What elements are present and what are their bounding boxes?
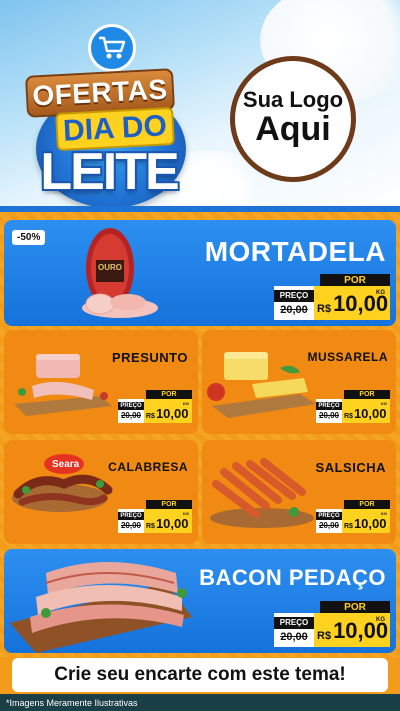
- old-price: 20,00: [318, 411, 340, 420]
- product-name: CALABRESA: [108, 460, 188, 474]
- header-banner: OFERTAS DIA DO LEITE Sua Logo Aqui: [0, 0, 400, 212]
- product-card-calabresa[interactable]: Seara CALABRESA POR PREÇO 20,00 R$ 10,00…: [4, 440, 198, 544]
- product-name: SALSICHA: [315, 460, 386, 475]
- price-box: POR PREÇO 20,00 R$ 10,00 KG: [118, 500, 192, 533]
- preco-label: PREÇO: [118, 402, 144, 410]
- product-name: MUSSARELA: [307, 350, 388, 364]
- por-label: POR: [146, 390, 192, 399]
- por-label: POR: [320, 274, 390, 286]
- product-name: BACON PEDAÇO: [199, 565, 386, 590]
- discount-badge: -50%: [12, 230, 46, 245]
- currency: R$: [317, 630, 332, 642]
- currency: R$: [146, 523, 155, 530]
- price-box: POR PREÇO 20,00 R$ 10,00 KG: [274, 274, 390, 320]
- por-label: POR: [344, 390, 390, 399]
- mortadela-brand: OURO: [98, 263, 122, 272]
- cta-banner[interactable]: Crie seu encarte com este tema!: [12, 658, 388, 692]
- seara-brand: Seara: [52, 459, 80, 470]
- product-card-bacon[interactable]: BACON PEDAÇO POR PREÇO 20,00 R$ 10,00 KG: [4, 549, 396, 653]
- preco-label: PREÇO: [274, 290, 314, 302]
- new-price: 10,00: [333, 618, 389, 643]
- salsicha-image: [210, 458, 314, 528]
- price-box: POR PREÇO 20,00 R$ 10,00 KG: [274, 601, 390, 647]
- price-box: POR PREÇO 20,00 R$ 10,00 KG: [316, 500, 390, 533]
- currency: R$: [344, 523, 353, 530]
- por-label: POR: [320, 601, 390, 613]
- new-price: 10,00: [155, 406, 189, 421]
- price-box: POR PREÇO 20,00 R$ 10,00 KG: [316, 390, 390, 423]
- product-card-mortadela[interactable]: -50% OURO MORTADELA POR PREÇO 20,00 R$ 1…: [4, 220, 396, 326]
- preco-label: PREÇO: [316, 402, 342, 410]
- currency: R$: [344, 413, 353, 420]
- product-card-mussarela[interactable]: MUSSARELA POR PREÇO 20,00 R$ 10,00 KG: [202, 330, 396, 434]
- presunto-image: [14, 354, 112, 416]
- title-line-3: LEITE: [40, 143, 179, 201]
- new-price: 10,00: [353, 406, 387, 421]
- preco-label: PREÇO: [274, 617, 314, 629]
- disclaimer-note: *Imagens Meramente Ilustrativas: [0, 694, 400, 711]
- old-price: 20,00: [120, 411, 142, 420]
- logo-text-line-1: Sua Logo: [242, 87, 344, 113]
- mortadela-image: [82, 228, 158, 318]
- por-label: POR: [344, 500, 390, 509]
- cta-text: Crie seu encarte com este tema!: [54, 664, 346, 685]
- new-price: 10,00: [353, 516, 387, 531]
- preco-label: PREÇO: [118, 512, 144, 520]
- shopping-cart-icon: [88, 24, 136, 72]
- product-card-presunto[interactable]: PRESUNTO POR PREÇO 20,00 R$ 10,00 KG: [4, 330, 198, 434]
- currency: R$: [146, 413, 155, 420]
- preco-label: PREÇO: [316, 512, 342, 520]
- title-leite: LEITE: [20, 146, 198, 198]
- bacon-image: [10, 562, 192, 653]
- old-price: 20,00: [280, 304, 308, 316]
- currency: R$: [317, 303, 332, 315]
- old-price: 20,00: [120, 521, 142, 530]
- mussarela-image: [207, 352, 316, 418]
- unit: KG: [376, 617, 385, 623]
- old-price: 20,00: [318, 521, 340, 530]
- unit: KG: [183, 401, 189, 406]
- por-label: POR: [146, 500, 192, 509]
- unit: KG: [381, 401, 387, 406]
- unit: KG: [381, 511, 387, 516]
- title-line-2: DIA DO: [62, 109, 168, 148]
- new-price: 10,00: [155, 516, 189, 531]
- new-price: 10,00: [333, 291, 389, 316]
- old-price: 20,00: [280, 631, 308, 643]
- title-line-1: OFERTAS: [31, 73, 169, 112]
- unit: KG: [376, 290, 385, 296]
- product-name: PRESUNTO: [112, 350, 188, 365]
- logo-placeholder[interactable]: Sua Logo Aqui: [230, 56, 356, 182]
- logo-text-line-2: Aqui: [255, 110, 331, 149]
- product-name: MORTADELA: [204, 236, 386, 267]
- product-card-salsicha[interactable]: SALSICHA POR PREÇO 20,00 R$ 10,00 KG: [202, 440, 396, 544]
- price-box: POR PREÇO 20,00 R$ 10,00 KG: [118, 390, 192, 423]
- unit: KG: [183, 511, 189, 516]
